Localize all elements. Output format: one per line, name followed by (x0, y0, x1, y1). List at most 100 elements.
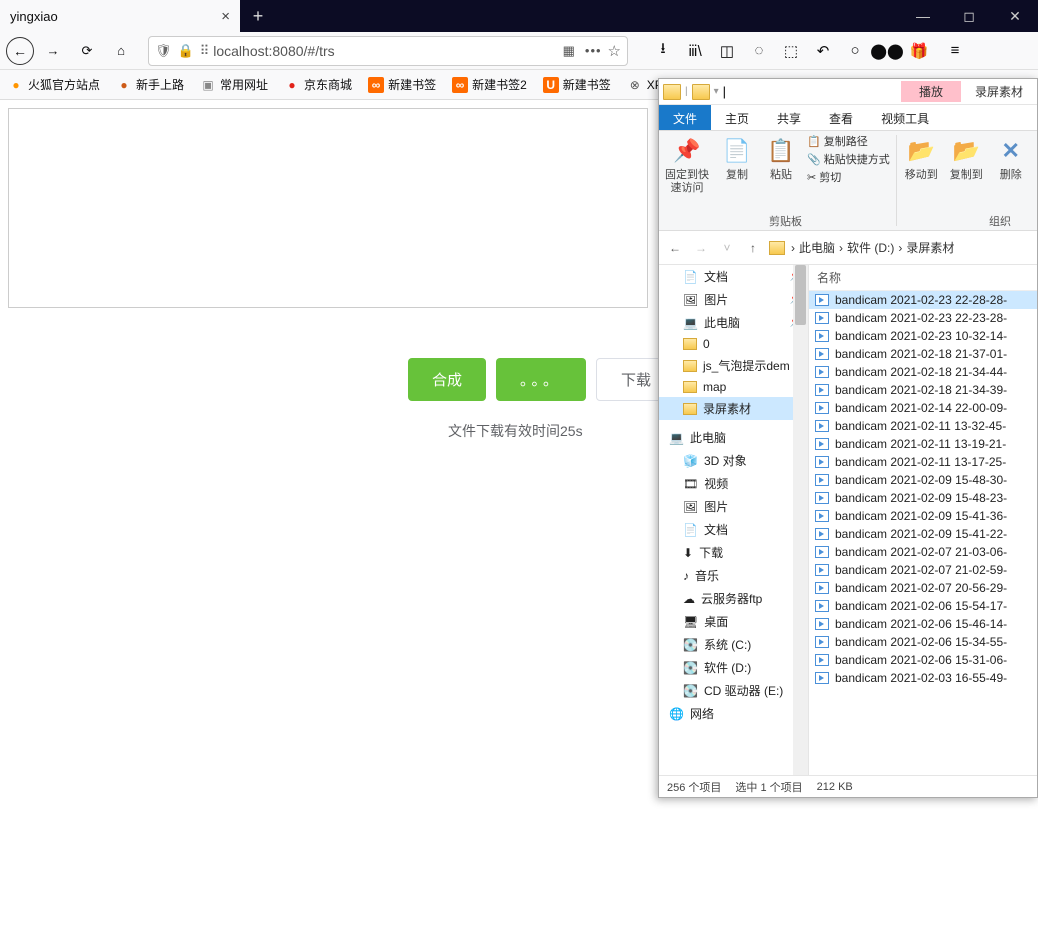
file-row[interactable]: bandicam 2021-02-07 21-02-59- (809, 561, 1037, 579)
dropdown-icon[interactable]: ▾ (714, 86, 719, 97)
extensions-icon[interactable]: 🎁 (908, 40, 930, 62)
file-row[interactable]: bandicam 2021-02-09 15-48-23- (809, 489, 1037, 507)
nav-item[interactable]: map (659, 377, 808, 397)
addon3-icon[interactable]: ↶ (812, 40, 834, 62)
back-button[interactable]: ← (6, 37, 34, 65)
file-row[interactable]: bandicam 2021-02-07 21-03-06- (809, 543, 1037, 561)
bookmark-item[interactable]: ∞新建书签 (368, 76, 436, 93)
nav-item[interactable]: 🧊3D 对象 (659, 449, 808, 472)
maximize-button[interactable]: ◻ (946, 0, 992, 32)
forward-button[interactable]: → (38, 36, 68, 66)
bookmark-item[interactable]: ∞新建书签2 (452, 76, 527, 93)
file-row[interactable]: bandicam 2021-02-09 15-41-36- (809, 507, 1037, 525)
nav-item[interactable]: 📄文档📌 (659, 265, 808, 288)
nav-item[interactable]: 📄文档 (659, 518, 808, 541)
file-row[interactable]: bandicam 2021-02-18 21-34-39- (809, 381, 1037, 399)
menu-icon[interactable]: ≡ (944, 40, 966, 62)
addon1-icon[interactable]: ◌ (748, 40, 770, 62)
file-row[interactable]: bandicam 2021-02-06 15-31-06- (809, 651, 1037, 669)
downloads-icon[interactable]: ⭳ (652, 40, 674, 62)
cut-button[interactable]: ✂ 剪切 (807, 169, 890, 185)
crumb-segment[interactable]: 录屏素材 (906, 239, 954, 256)
explorer-titlebar[interactable]: | ▾ | 播放 录屏素材 (659, 79, 1037, 105)
file-row[interactable]: bandicam 2021-02-09 15-41-22- (809, 525, 1037, 543)
paste-shortcut-button[interactable]: 📎 粘贴快捷方式 (807, 151, 890, 167)
move-to-button[interactable]: 📂 移动到 (899, 131, 944, 230)
menu-视频工具[interactable]: 视频工具 (867, 105, 943, 130)
addon2-icon[interactable]: ⬚ (780, 40, 802, 62)
url-input[interactable] (213, 43, 556, 59)
crumb-segment[interactable]: 软件 (D:) (847, 239, 894, 256)
file-row[interactable]: bandicam 2021-02-23 22-23-28- (809, 309, 1037, 327)
file-row[interactable]: bandicam 2021-02-11 13-17-25- (809, 453, 1037, 471)
crumb-segment[interactable]: 此电脑 (799, 239, 835, 256)
nav-item[interactable]: ⬇下载 (659, 541, 808, 564)
bookmark-item[interactable]: ●新手上路 (116, 76, 184, 93)
shield-icon[interactable]: 🛡 (155, 43, 172, 59)
file-row[interactable]: bandicam 2021-02-14 22-00-09- (809, 399, 1037, 417)
column-header-name[interactable]: 名称 (809, 265, 1037, 291)
file-row[interactable]: bandicam 2021-02-23 22-28-28- (809, 291, 1037, 309)
lock-icon[interactable]: 🔒 (178, 43, 194, 59)
menu-主页[interactable]: 主页 (711, 105, 763, 130)
copy-to-button[interactable]: 📂 复制到 (944, 131, 989, 230)
file-row[interactable]: bandicam 2021-02-07 20-56-29- (809, 579, 1037, 597)
file-row[interactable]: bandicam 2021-02-09 15-48-30- (809, 471, 1037, 489)
file-row[interactable]: bandicam 2021-02-03 16-55-49- (809, 669, 1037, 687)
nav-back-button[interactable]: ← (665, 241, 685, 255)
close-window-button[interactable]: ✕ (992, 0, 1038, 32)
nav-network[interactable]: 🌐网络 (659, 702, 808, 725)
nav-item[interactable]: 录屏素材 (659, 397, 808, 420)
bookmark-item[interactable]: ●京东商城 (284, 76, 352, 93)
loading-button[interactable]: 。。。 (496, 358, 586, 401)
nav-history-icon[interactable]: ˅ (717, 241, 737, 255)
close-tab-icon[interactable]: × (221, 8, 230, 25)
nav-item[interactable]: 💽软件 (D:) (659, 656, 808, 679)
reload-button[interactable]: ⟳ (72, 36, 102, 66)
nav-item[interactable]: js_气泡提示dem (659, 354, 808, 377)
explorer-file-list[interactable]: 名称bandicam 2021-02-23 22-28-28-bandicam … (809, 265, 1037, 775)
file-row[interactable]: bandicam 2021-02-06 15-34-55- (809, 633, 1037, 651)
bookmark-item[interactable]: U新建书签 (543, 76, 611, 93)
nav-item[interactable]: 💽CD 驱动器 (E:) (659, 679, 808, 702)
nav-forward-button[interactable]: → (691, 241, 711, 255)
nav-item[interactable]: 🖼图片📌 (659, 288, 808, 311)
nav-item[interactable]: 💻此电脑📌 (659, 311, 808, 334)
nav-item[interactable]: 🖥桌面 (659, 610, 808, 633)
qr-icon[interactable]: ▦ (563, 43, 575, 59)
page-actions-icon[interactable]: ••• (585, 43, 602, 58)
bookmark-item[interactable]: ●火狐官方站点 (8, 76, 100, 93)
nav-item[interactable]: 🎞视频 (659, 472, 808, 495)
nav-item[interactable]: 0 (659, 334, 808, 354)
file-row[interactable]: bandicam 2021-02-23 10-32-14- (809, 327, 1037, 345)
browser-tab[interactable]: yingxiao × (0, 0, 240, 32)
file-row[interactable]: bandicam 2021-02-18 21-37-01- (809, 345, 1037, 363)
url-bar[interactable]: 🛡 🔒 ⠿ ▦ ••• ☆ (148, 36, 628, 66)
copy-path-button[interactable]: 📋 复制路径 (807, 133, 890, 149)
compose-button[interactable]: 合成 (408, 358, 486, 401)
nav-item[interactable]: ♪音乐 (659, 564, 808, 587)
file-row[interactable]: bandicam 2021-02-11 13-19-21- (809, 435, 1037, 453)
addon5-icon[interactable]: ⬤⬤ (876, 40, 898, 62)
nav-item[interactable]: 🖼图片 (659, 495, 808, 518)
play-tab[interactable]: 播放 (901, 81, 961, 102)
menu-共享[interactable]: 共享 (763, 105, 815, 130)
nav-up-button[interactable]: ↑ (743, 241, 763, 255)
nav-item[interactable]: 💽系统 (C:) (659, 633, 808, 656)
home-button[interactable]: ⌂ (106, 36, 136, 66)
file-row[interactable]: bandicam 2021-02-18 21-34-44- (809, 363, 1037, 381)
library-icon[interactable]: ⅲ\ (684, 40, 706, 62)
permissions-icon[interactable]: ⠿ (200, 43, 208, 59)
nav-this-pc[interactable]: 💻此电脑 (659, 426, 808, 449)
file-row[interactable]: bandicam 2021-02-06 15-46-14- (809, 615, 1037, 633)
new-tab-button[interactable]: + (240, 0, 276, 32)
nav-item[interactable]: ☁云服务器ftp (659, 587, 808, 610)
copy-button[interactable]: 📄 复制 (715, 131, 759, 230)
minimize-button[interactable]: — (900, 0, 946, 32)
bookmark-item[interactable]: ▣常用网址 (200, 76, 268, 93)
file-row[interactable]: bandicam 2021-02-11 13-32-45- (809, 417, 1037, 435)
pin-quick-access-button[interactable]: 📌 固定到快 速访问 (659, 131, 715, 230)
sidebar-icon[interactable]: ◫ (716, 40, 738, 62)
menu-文件[interactable]: 文件 (659, 105, 711, 130)
explorer-nav-pane[interactable]: 📄文档📌🖼图片📌💻此电脑📌0js_气泡提示demmap录屏素材 💻此电脑🧊3D 对… (659, 265, 809, 775)
